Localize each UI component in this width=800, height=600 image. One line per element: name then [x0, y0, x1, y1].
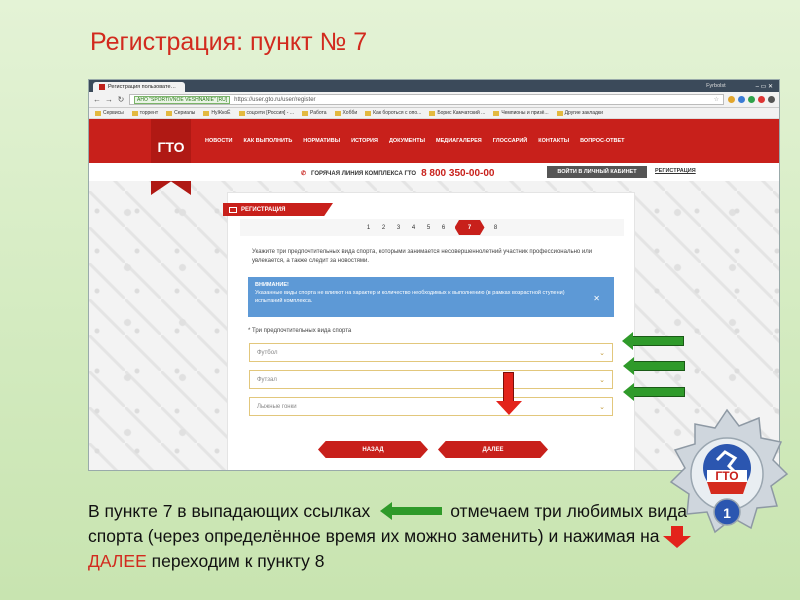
- hotline-phone[interactable]: 8 800 350-00-00: [421, 168, 494, 179]
- chevron-down-icon: ⌄: [599, 376, 605, 384]
- bookmark-star-icon[interactable]: ☆: [714, 96, 719, 103]
- url-field[interactable]: АНО "SPORTIVNOE VESHNANIE" [RU] https://…: [129, 94, 724, 105]
- red-down-arrow-icon: [496, 372, 522, 415]
- bookmark-item[interactable]: Хобби: [334, 110, 357, 116]
- address-bar: ← → ↻ АНО "SPORTIVNOE VESHNANIE" [RU] ht…: [89, 92, 779, 108]
- nav-item-how[interactable]: КАК ВЫПОЛНИТЬ: [244, 138, 293, 144]
- green-arrow-icon: [622, 332, 684, 350]
- reload-icon[interactable]: ↻: [117, 95, 125, 104]
- id-card-icon: [229, 206, 237, 213]
- bookmark-item[interactable]: Сервисы: [95, 110, 124, 116]
- profile-name[interactable]: Fyrbolst: [706, 83, 726, 89]
- green-arrow-icon: [623, 383, 685, 401]
- extension-icon[interactable]: [728, 96, 735, 103]
- bookmark-item[interactable]: Чемпионы и призё...: [493, 110, 549, 116]
- extension-icon[interactable]: [758, 96, 765, 103]
- nav-item-contacts[interactable]: КОНТАКТЫ: [538, 138, 569, 144]
- nav-item-history[interactable]: ИСТОРИЯ: [351, 138, 378, 144]
- folder-icon: [203, 110, 210, 116]
- nav-item-documents[interactable]: ДОКУМЕНТЫ: [389, 138, 425, 144]
- caption-part-1: В пункте 7 в выпадающих ссылках: [88, 501, 371, 521]
- nav-item-faq[interactable]: ВОПРОС-ОТВЕТ: [580, 138, 624, 144]
- nav-item-glossary[interactable]: ГЛОССАРИЙ: [493, 138, 527, 144]
- menu-icon[interactable]: [768, 96, 775, 103]
- folder-icon: [238, 110, 245, 116]
- nav-item-media[interactable]: МЕДИАГАЛЕРЕЯ: [436, 138, 482, 144]
- nav-item-news[interactable]: НОВОСТИ: [205, 138, 233, 144]
- slide-caption: В пункте 7 в выпадающих ссылках отмечаем …: [88, 499, 738, 574]
- step-3: 3: [396, 224, 401, 231]
- step-6: 6: [441, 224, 446, 231]
- bookmark-item[interactable]: Борис Камчатский ...: [429, 110, 485, 116]
- bookmark-item[interactable]: Сериалы: [166, 110, 195, 116]
- main-nav: НОВОСТИ КАК ВЫПОЛНИТЬ НОРМАТИВЫ ИСТОРИЯ …: [205, 138, 624, 144]
- next-button[interactable]: ДАЛЕЕ: [438, 441, 548, 458]
- panel-header: РЕГИСТРАЦИЯ: [223, 203, 333, 216]
- sport-select-1[interactable]: Футбол ⌄: [249, 343, 613, 362]
- forward-arrow-icon[interactable]: →: [105, 95, 113, 104]
- notice-title: ВНИМАНИЕ!: [255, 282, 289, 288]
- extension-icons: [728, 96, 775, 103]
- browser-tab[interactable]: Регистрация пользовате…: [93, 82, 185, 92]
- step-indicator: 1 2 3 4 5 6 7 8: [240, 219, 624, 236]
- bookmark-item[interactable]: торрент: [131, 110, 158, 116]
- extension-icon[interactable]: [748, 96, 755, 103]
- login-cabinet-button[interactable]: ВОЙТИ В ЛИЧНЫЙ КАБИНЕТ: [547, 166, 647, 178]
- window-controls[interactable]: – ▭ ✕: [756, 83, 773, 90]
- notice-text: Указанные виды спорта не влияют на харак…: [255, 289, 565, 304]
- hotline: ✆ ГОРЯЧАЯ ЛИНИЯ КОМПЛЕКСА ГТО 8 800 350-…: [301, 168, 494, 179]
- red-down-arrow-icon: [663, 526, 693, 549]
- folder-icon: [556, 110, 563, 116]
- tab-title: Регистрация пользовате…: [108, 84, 177, 90]
- folder-icon: [302, 110, 309, 116]
- back-button[interactable]: НАЗАД: [318, 441, 428, 458]
- site-security-badge[interactable]: АНО "SPORTIVNOE VESHNANIE" [RU]: [134, 95, 231, 104]
- slide-title: Регистрация: пункт № 7: [90, 28, 368, 56]
- bookmark-item[interactable]: Как бороться с опо...: [365, 110, 421, 116]
- registration-panel: РЕГИСТРАЦИЯ 1 2 3 4 5 6 7 8 Укажите три …: [223, 192, 635, 470]
- step-8: 8: [493, 224, 498, 231]
- close-icon[interactable]: ✕: [593, 293, 600, 305]
- step-4: 4: [411, 224, 416, 231]
- step-7-active: 7: [454, 220, 485, 235]
- bookmark-item[interactable]: Работа: [302, 110, 327, 116]
- hotline-label: ГОРЯЧАЯ ЛИНИЯ КОМПЛЕКСА ГТО: [311, 170, 417, 177]
- bookmark-item[interactable]: НуЖкоЁ: [203, 110, 231, 116]
- phone-icon: ✆: [301, 171, 307, 177]
- favicon-icon: [99, 84, 105, 90]
- green-arrow-icon: [623, 357, 685, 375]
- back-arrow-icon[interactable]: ←: [93, 95, 101, 104]
- bookmark-item[interactable]: Другие закладки: [556, 110, 603, 116]
- intro-text: Укажите три предпочтительных вида спорта…: [252, 249, 593, 264]
- folder-icon: [95, 110, 101, 116]
- slide: Регистрация: пункт № 7 Регистрация польз…: [0, 0, 800, 600]
- sport-select-2[interactable]: Футзал ⌄: [249, 370, 613, 389]
- nav-item-norms[interactable]: НОРМАТИВЫ: [303, 138, 340, 144]
- sports-label: * Три предпочтительных вида спорта: [248, 328, 352, 334]
- step-2: 2: [381, 224, 386, 231]
- medal-label: ГТО: [715, 469, 738, 483]
- folder-icon: [493, 110, 500, 116]
- folder-icon: [365, 110, 372, 116]
- folder-icon: [334, 110, 341, 116]
- step-1: 1: [366, 224, 371, 231]
- bookmark-item[interactable]: соцсети [Россия] - ...: [238, 110, 294, 116]
- chevron-down-icon: ⌄: [599, 403, 605, 411]
- browser-tabbar: Регистрация пользовате… Fyrbolst – ▭ ✕: [89, 80, 779, 92]
- bookmarks-bar: Сервисы торрент Сериалы НуЖкоЁ соцсети […: [89, 108, 779, 119]
- url-text: https://user.gto.ru/user/register: [234, 96, 316, 103]
- step-5: 5: [426, 224, 431, 231]
- register-link[interactable]: РЕГИСТРАЦИЯ: [655, 168, 696, 174]
- caption-part-4: переходим к пункту 8: [151, 551, 325, 571]
- folder-icon: [166, 110, 173, 116]
- folder-icon: [429, 110, 436, 116]
- caption-next-word: ДАЛЕЕ: [88, 551, 147, 571]
- folder-icon: [131, 110, 138, 116]
- sport-select-3[interactable]: Лыжные гонки ⌄: [249, 397, 613, 416]
- green-arrow-icon: [380, 501, 443, 520]
- notice-box: ВНИМАНИЕ! Указанные виды спорта не влияю…: [248, 277, 614, 317]
- chevron-down-icon: ⌄: [599, 349, 605, 357]
- extension-icon[interactable]: [738, 96, 745, 103]
